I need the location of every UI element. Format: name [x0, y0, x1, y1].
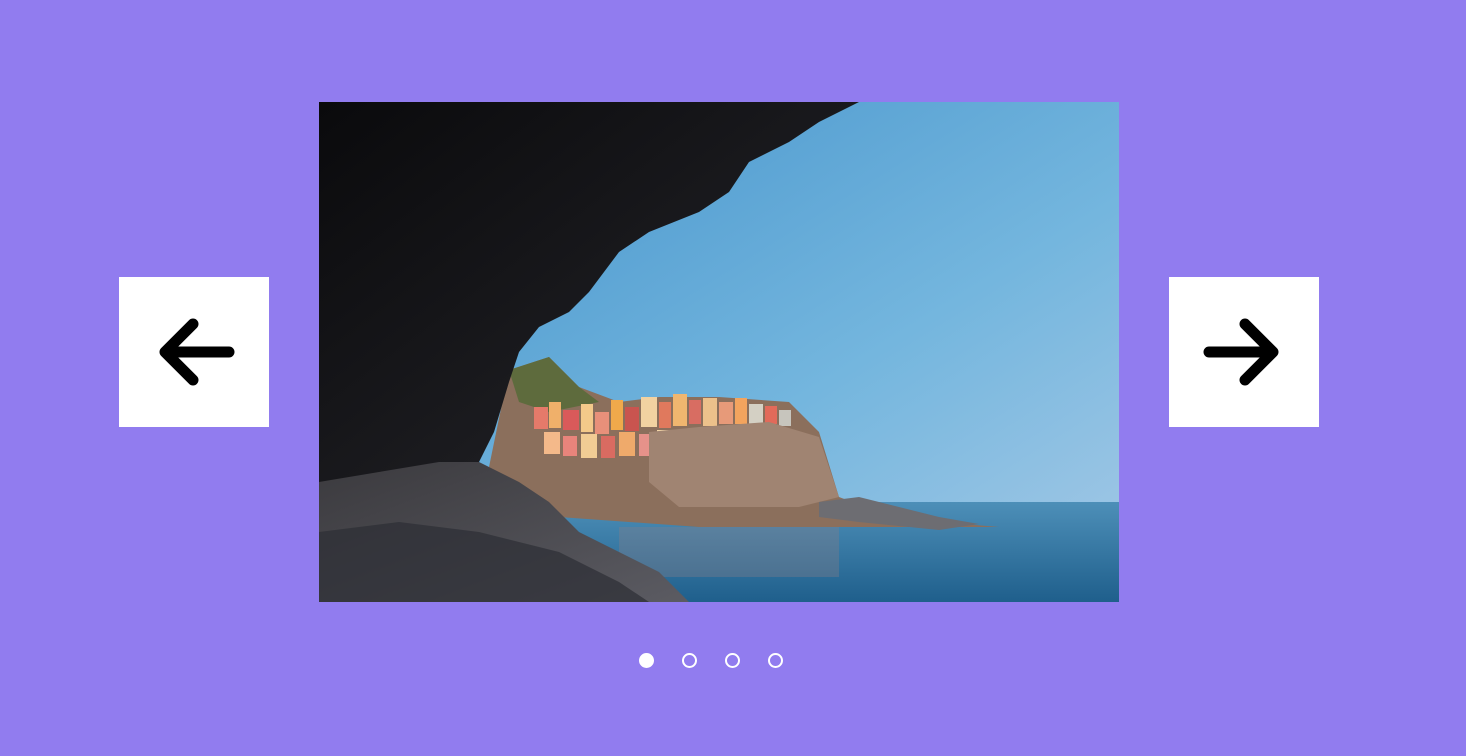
slide-indicator-dot[interactable]	[639, 653, 654, 668]
slide-indicator-dot[interactable]	[682, 653, 697, 668]
arrow-right-icon	[1199, 307, 1289, 397]
slide-indicator-dot[interactable]	[768, 653, 783, 668]
next-slide-button[interactable]	[1169, 277, 1319, 427]
arrow-left-icon	[149, 307, 239, 397]
previous-slide-button[interactable]	[119, 277, 269, 427]
carousel-stage	[0, 0, 1466, 756]
slide-image	[319, 102, 1119, 602]
slide-indicator-dot[interactable]	[725, 653, 740, 668]
slide-indicators	[639, 651, 783, 670]
slide-photo	[319, 102, 1119, 602]
